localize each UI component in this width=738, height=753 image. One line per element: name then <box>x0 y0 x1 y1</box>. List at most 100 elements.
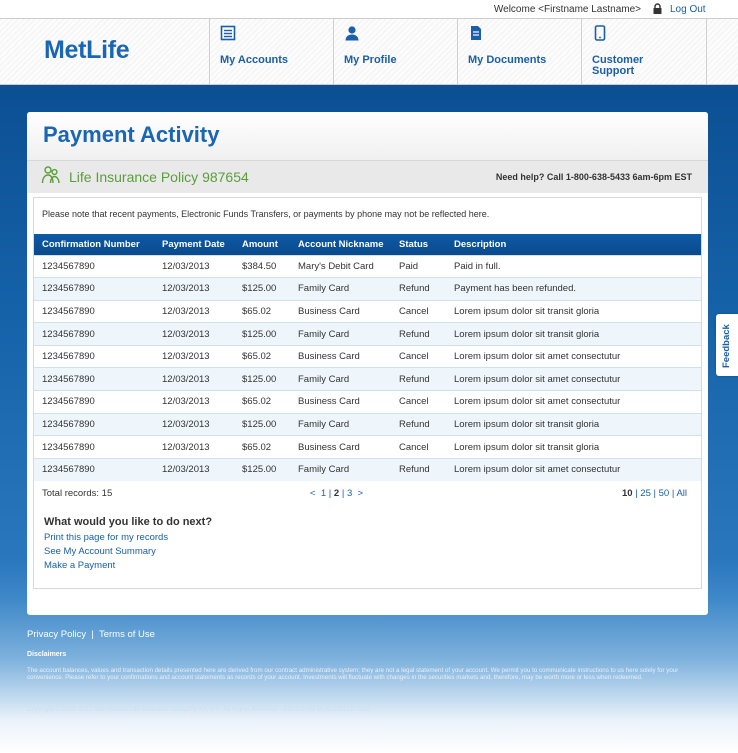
print-link[interactable]: Print this page for my records <box>44 532 168 543</box>
page-link[interactable]: 1 <box>321 488 326 499</box>
metlife-logo[interactable]: MetLife <box>44 36 130 65</box>
column-header[interactable]: Payment Date <box>154 234 234 255</box>
next-page-link[interactable]: > <box>358 488 364 499</box>
table-cell: Lorem ipsum dolor sit amet consectutur <box>446 367 701 391</box>
page-separator: | <box>341 488 345 499</box>
disclaimer-text: The account balances, values and transac… <box>27 667 679 681</box>
nav-label: My Profile <box>344 54 397 66</box>
page-separator: | <box>328 488 332 499</box>
table-cell: Refund <box>391 277 446 301</box>
table-cell: Paid in full. <box>446 254 701 278</box>
column-header[interactable]: Account Nickname <box>290 234 391 255</box>
table-cell: $65.02 <box>234 435 290 459</box>
total-records: Total records: 15 <box>42 488 113 499</box>
table-row: 1234567890 12/03/2013 $65.02 Business Card C… <box>34 435 701 459</box>
table-cell: Family Card <box>290 457 391 481</box>
table-cell: Family Card <box>290 367 391 391</box>
column-header[interactable]: Confirmation Number <box>34 234 154 255</box>
per-page-current: 10 <box>621 488 633 499</box>
payments-content: Please note that recent payments, Electr… <box>33 197 702 589</box>
table-cell: Cancel <box>391 344 446 368</box>
per-page-selector: 10 | 25 | 50 | All <box>622 488 687 499</box>
next-steps-title: What would you like to do next? <box>44 516 213 528</box>
account-summary-link[interactable]: See My Account Summary <box>44 546 156 557</box>
table-cell: Cancel <box>391 435 446 459</box>
table-cell: $65.02 <box>234 299 290 323</box>
table-row: 1234567890 12/03/2013 $384.50 Mary's Debit … <box>34 254 701 278</box>
table-cell: 12/03/2013 <box>154 344 234 368</box>
table-cell: 12/03/2013 <box>154 254 234 278</box>
table-cell: Refund <box>391 322 446 346</box>
table-cell: $125.00 <box>234 457 290 481</box>
table-cell: Business Card <box>290 390 391 414</box>
table-cell: 1234567890 <box>34 367 154 391</box>
documents-icon <box>471 26 481 40</box>
table-row: 1234567890 12/03/2013 $65.02 Business Card C… <box>34 390 701 414</box>
page-link[interactable]: 3 <box>347 488 352 499</box>
nav-label: My Accounts <box>220 54 289 66</box>
table-cell: Cancel <box>391 390 446 414</box>
table-cell: Mary's Debit Card <box>290 254 391 278</box>
table-cell: $65.02 <box>234 344 290 368</box>
table-cell: Lorem ipsum dolor sit transit gloria <box>446 322 701 346</box>
payments-table: Confirmation Number Payment Date Amount … <box>34 234 701 481</box>
table-cell: 1234567890 <box>34 299 154 323</box>
nav-label: Customer Support <box>592 54 644 77</box>
table-cell: Paid <box>391 254 446 278</box>
feedback-tab[interactable]: Feedback <box>716 314 738 376</box>
feedback-label: Feedback <box>721 324 732 368</box>
column-header[interactable]: Amount <box>234 234 290 255</box>
disclaimers-title: Disclaimers <box>27 651 67 658</box>
per-page-option[interactable]: All <box>676 488 687 499</box>
per-page-separator: | <box>635 488 638 499</box>
policy-bar: Life Insurance Policy 987654 Need help? … <box>27 160 708 193</box>
policy-name: Life Insurance Policy 987654 <box>69 169 249 185</box>
family-icon <box>41 166 60 184</box>
payments-note: Please note that recent payments, Electr… <box>42 209 490 219</box>
column-header[interactable]: Status <box>391 234 446 255</box>
table-cell: Lorem ipsum dolor sit transit gloria <box>446 299 701 323</box>
table-cell: 1234567890 <box>34 254 154 278</box>
table-cell: Business Card <box>290 435 391 459</box>
logout-link[interactable]: Log Out <box>670 4 706 15</box>
table-cell: Family Card <box>290 322 391 346</box>
table-header-row: Confirmation Number Payment Date Amount … <box>34 234 701 255</box>
table-cell: 12/03/2013 <box>154 299 234 323</box>
nav-my-documents[interactable]: My Documents <box>457 19 581 85</box>
per-page-option[interactable]: 50 <box>659 488 670 499</box>
table-cell: 12/03/2013 <box>154 367 234 391</box>
make-payment-link[interactable]: Make a Payment <box>44 560 115 571</box>
table-cell: 1234567890 <box>34 412 154 436</box>
payment-activity-panel: Payment Activity Life Insurance Policy 9… <box>27 112 708 615</box>
profile-icon <box>345 26 359 41</box>
table-cell: Business Card <box>290 299 391 323</box>
column-header[interactable]: Description <box>446 234 701 255</box>
table-row: 1234567890 12/03/2013 $125.00 Family Card Re… <box>34 277 701 301</box>
table-cell: Lorem ipsum dolor sit amet consectutur <box>446 390 701 414</box>
per-page-option[interactable]: 25 <box>640 488 651 499</box>
table-cell: 1234567890 <box>34 435 154 459</box>
table-cell: Refund <box>391 412 446 436</box>
table-row: 1234567890 12/03/2013 $125.00 Family Card Re… <box>34 412 701 436</box>
table-cell: 1234567890 <box>34 277 154 301</box>
table-cell: Refund <box>391 457 446 481</box>
table-cell: Refund <box>391 367 446 391</box>
privacy-policy-link[interactable]: Privacy Policy <box>27 629 86 640</box>
nav-my-profile[interactable]: My Profile <box>333 19 457 85</box>
per-page-separator: | <box>671 488 675 499</box>
table-cell: Lorem ipsum dolor sit amet consectutur <box>446 457 701 481</box>
table-cell: 12/03/2013 <box>154 435 234 459</box>
nav-customer-support[interactable]: Customer Support <box>581 19 707 85</box>
table-cell: Family Card <box>290 412 391 436</box>
terms-of-use-link[interactable]: Terms of Use <box>99 629 155 640</box>
per-page-separator: | <box>653 488 656 499</box>
table-row: 1234567890 12/03/2013 $65.02 Business Card C… <box>34 344 701 368</box>
prev-page-link[interactable]: < <box>310 488 316 499</box>
table-cell: Business Card <box>290 344 391 368</box>
footer-separator: | <box>91 629 94 640</box>
nav-my-accounts[interactable]: My Accounts <box>209 19 333 85</box>
table-cell: 1234567890 <box>34 322 154 346</box>
table-cell: 12/03/2013 <box>154 412 234 436</box>
table-cell: 12/03/2013 <box>154 322 234 346</box>
table-cell: Family Card <box>290 277 391 301</box>
